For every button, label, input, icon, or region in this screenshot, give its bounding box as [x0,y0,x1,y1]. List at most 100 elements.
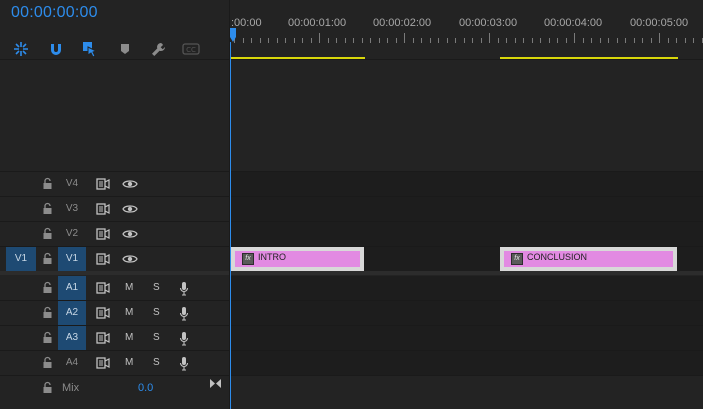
ruler-tick [659,33,660,43]
eye-icon[interactable] [122,204,138,214]
playhead-line[interactable] [230,42,231,409]
solo-button[interactable]: S [153,326,160,350]
ruler-tick [625,38,626,43]
track-target-a1[interactable]: A1 [58,276,86,300]
track-lane-a4[interactable] [230,351,703,375]
sync-lock-icon[interactable] [96,332,110,344]
ruler-tick [311,38,312,43]
solo-button[interactable]: S [153,276,160,300]
track-header-v2: V2 [0,222,229,246]
sync-lock-icon[interactable] [96,282,110,294]
track-separator [0,171,703,172]
lock-icon[interactable] [42,306,53,319]
ruler-tick [379,38,380,43]
ruler-tick [549,38,550,43]
track-target-v4[interactable]: V4 [58,172,86,196]
ruler-tick [693,38,694,43]
ruler-tick [651,38,652,43]
ruler-label: 00:00:03:00 [459,17,518,29]
mix-volume-value[interactable]: 0.0 [138,382,153,394]
track-header-a3: A3 M S [0,326,229,350]
eye-icon[interactable] [122,179,138,189]
ruler-tick [464,38,465,43]
track-lane-a1[interactable] [230,276,703,300]
track-header-a1: A1 M S [0,276,229,300]
track-target-a4[interactable]: A4 [58,351,86,375]
source-patch-v1[interactable]: V1 [6,247,36,271]
nest-icon[interactable] [12,40,30,58]
track-lane-v2[interactable] [230,222,703,246]
ruler-tick [600,38,601,43]
mute-button[interactable]: M [125,301,133,325]
microphone-icon[interactable] [179,306,189,321]
sync-lock-icon[interactable] [96,228,110,240]
lock-icon[interactable] [42,381,53,394]
clip-intro[interactable]: fx INTRO [231,247,364,271]
ruler-tick [557,38,558,43]
ruler-tick [277,38,278,43]
ruler-tick [345,38,346,43]
lock-icon[interactable] [42,252,53,265]
ruler-tick [370,38,371,43]
ruler-tick [455,38,456,43]
lock-icon[interactable] [42,202,53,215]
snap-icon[interactable] [47,40,65,58]
lock-icon[interactable] [42,356,53,369]
sync-lock-icon[interactable] [96,253,110,265]
clip-conclusion[interactable]: fx CONCLUSION [500,247,677,271]
track-separator [0,196,703,197]
captions-icon[interactable]: CC [182,40,200,58]
mute-button[interactable]: M [125,326,133,350]
lock-icon[interactable] [42,281,53,294]
svg-text:CC: CC [186,46,196,54]
playhead-timecode[interactable]: 00:00:00:00 [11,4,98,22]
lock-icon[interactable] [42,227,53,240]
microphone-icon[interactable] [179,331,189,346]
ruler-tick [498,38,499,43]
playhead-handle-icon[interactable] [230,28,236,42]
fx-badge-icon: fx [242,253,254,265]
ruler-tick [353,38,354,43]
sync-lock-icon[interactable] [96,203,110,215]
track-target-v3[interactable]: V3 [58,197,86,221]
ruler-tick [566,38,567,43]
ruler-tick [532,38,533,43]
track-lane-a2[interactable] [230,301,703,325]
clip-label: CONCLUSION [527,252,588,262]
solo-button[interactable]: S [153,351,160,375]
track-target-a3[interactable]: A3 [58,326,86,350]
video-audio-divider[interactable] [0,271,703,275]
ruler-tick [336,38,337,43]
track-lane-v3[interactable] [230,197,703,221]
microphone-icon[interactable] [179,281,189,296]
clip-body: fx INTRO [235,251,360,267]
track-target-v2[interactable]: V2 [58,222,86,246]
ruler-tick [668,38,669,43]
time-ruler[interactable]: :00:00 00:00:01:00 00:00:02:00 00:00:03:… [230,0,703,59]
eye-icon[interactable] [122,229,138,239]
ruler-tick [404,33,405,43]
lock-icon[interactable] [42,177,53,190]
sync-lock-icon[interactable] [96,307,110,319]
mute-button[interactable]: M [125,351,133,375]
track-target-a2[interactable]: A2 [58,301,86,325]
mix-label: Mix [62,382,80,394]
track-lane-a3[interactable] [230,326,703,350]
bowtie-icon[interactable] [209,378,222,389]
lock-icon[interactable] [42,331,53,344]
add-marker-icon[interactable] [116,40,134,58]
wrench-icon[interactable] [149,40,167,58]
eye-icon[interactable] [122,254,138,264]
sync-lock-icon[interactable] [96,357,110,369]
linked-selection-icon[interactable] [81,40,99,58]
ruler-tick [421,38,422,43]
track-target-v1[interactable]: V1 [58,247,86,271]
mix-track-header [0,376,229,400]
ruler-tick [523,38,524,43]
solo-button[interactable]: S [153,301,160,325]
sync-lock-icon[interactable] [96,178,110,190]
track-lane-v4[interactable] [230,172,703,196]
microphone-icon[interactable] [179,356,189,371]
mute-button[interactable]: M [125,276,133,300]
ruler-tick [591,38,592,43]
